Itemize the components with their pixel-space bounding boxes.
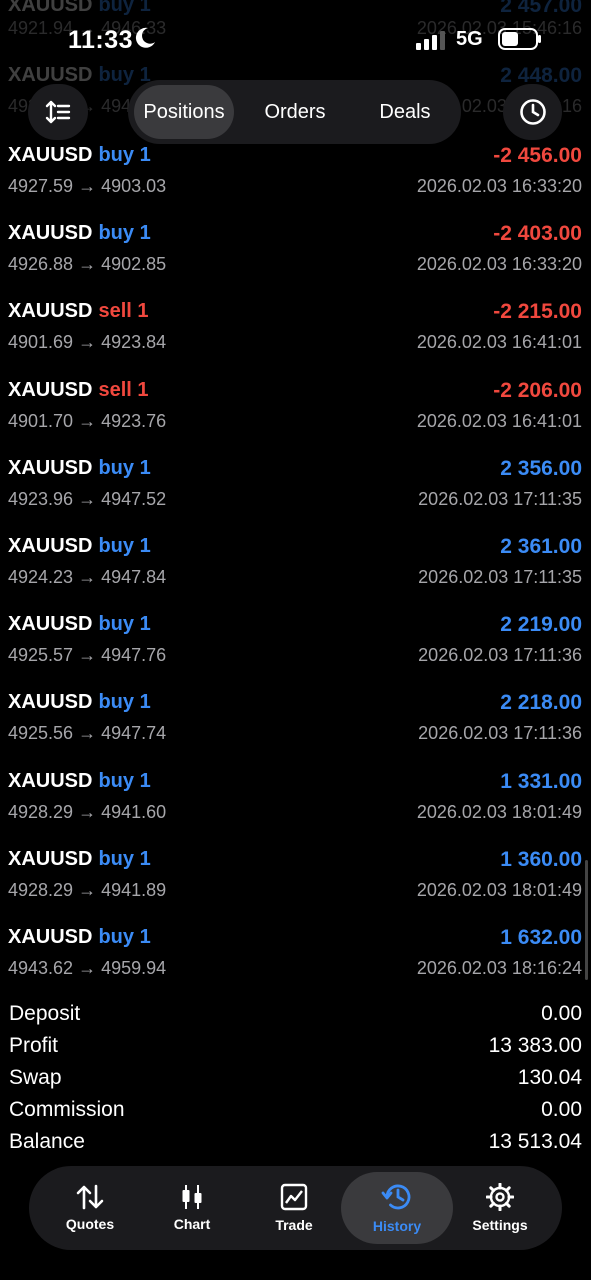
tab-positions[interactable]: Positions xyxy=(134,85,234,139)
profit-value: 2 219.00 xyxy=(500,613,582,637)
summary-row-balance: Balance 13 513.04 xyxy=(9,1130,582,1153)
close-time: 2026.02.03 16:33:20 xyxy=(416,254,582,275)
close-time: 2026.02.03 18:16:24 xyxy=(416,958,582,978)
close-time: 2026.02.03 16:41:01 xyxy=(416,410,582,431)
profit-value: 1 331.00 xyxy=(500,769,582,793)
close-time: 2026.02.03 18:01:49 xyxy=(416,879,582,900)
summary-row-profit: Profit 13 383.00 xyxy=(9,1034,582,1057)
symbol-label: XAUUSD buy 1 xyxy=(8,613,151,636)
list-item[interactable]: XAUUSD sell 1 -2 215.00 4901.69 → 4923.84 20… xyxy=(0,300,591,380)
tab-settings[interactable]: Settings xyxy=(445,1172,555,1244)
battery-icon xyxy=(498,28,541,50)
direction-label: buy 1 xyxy=(98,456,151,479)
symbol-label: XAUUSD buy 1 xyxy=(8,535,151,557)
symbol-label: XAUUSD buy 1 xyxy=(8,144,151,166)
list-item[interactable]: XAUUSD buy 1 1 632.00 4943.62 → 4959.94 2026… xyxy=(0,926,591,1006)
tab-chart[interactable]: Chart xyxy=(137,1172,247,1244)
direction-label: sell 1 xyxy=(98,300,149,323)
profit-value: -2 215.00 xyxy=(493,300,582,324)
price-range: 4928.29 → 4941.60 xyxy=(8,801,167,822)
close-time: 2026.02.03 17:11:35 xyxy=(418,488,582,509)
price-range: 4901.70 → 4923.76 xyxy=(8,410,167,431)
symbol-label: XAUUSD buy 1 xyxy=(8,769,151,792)
clock-icon xyxy=(519,99,546,125)
quotes-icon xyxy=(76,1184,104,1210)
direction-label: buy 1 xyxy=(98,847,151,870)
profit-value: 2 361.00 xyxy=(500,535,582,558)
account-summary: Deposit 0.00 Profit 13 383.00 Swap 130.0… xyxy=(0,1000,591,1160)
price-range: 4927.59 → 4903.03 xyxy=(8,176,167,196)
settings-icon xyxy=(486,1183,514,1211)
price-range: 4925.56 → 4947.74 xyxy=(8,723,167,744)
network-type: 5G xyxy=(456,28,483,50)
scrollbar[interactable] xyxy=(585,860,588,980)
tab-history[interactable]: History xyxy=(341,1172,453,1244)
symbol-label: XAUUSD buy 1 xyxy=(8,926,151,948)
price-range: 4926.88 → 4902.85 xyxy=(8,254,167,275)
tab-trade[interactable]: Trade xyxy=(239,1172,349,1244)
symbol-label: XAUUSD buy 1 xyxy=(8,691,151,714)
list-item[interactable]: XAUUSD buy 1 2 219.00 4925.57 → 4947.76 2026… xyxy=(0,613,591,693)
view-segmented-control: Positions Orders Deals xyxy=(128,80,461,144)
summary-row-commission: Commission 0.00 xyxy=(9,1098,582,1121)
symbol-label: XAUUSD sell 1 xyxy=(8,300,149,323)
profit-value: -2 403.00 xyxy=(493,222,582,246)
bottom-tab-bar: Quotes Chart Trade History Settings xyxy=(29,1166,562,1250)
status-bar: 11:33 5G xyxy=(0,0,591,80)
list-item[interactable]: XAUUSD sell 1 -2 206.00 4901.70 → 4923.76 20… xyxy=(0,378,591,459)
list-item[interactable]: XAUUSD buy 1 2 356.00 4923.96 → 4947.52 2026… xyxy=(0,456,591,537)
history-icon xyxy=(381,1184,411,1210)
list-item[interactable]: XAUUSD buy 1 -2 456.00 4927.59 → 4903.03 202… xyxy=(0,144,591,224)
tab-quotes[interactable]: Quotes xyxy=(35,1172,145,1244)
period-button[interactable] xyxy=(503,84,562,140)
profit-value: 1 632.00 xyxy=(500,926,582,949)
direction-label: buy 1 xyxy=(98,144,151,166)
list-item[interactable]: XAUUSD buy 1 1 331.00 4928.29 → 4941.60 2026… xyxy=(0,769,591,850)
symbol-label: XAUUSD sell 1 xyxy=(8,378,149,401)
list-item[interactable]: XAUUSD buy 1 -2 403.00 4926.88 → 4902.85 202… xyxy=(0,222,591,302)
trade-icon xyxy=(280,1183,308,1211)
direction-label: buy 1 xyxy=(98,769,151,792)
close-time: 2026.02.03 18:01:49 xyxy=(416,801,582,822)
direction-label: buy 1 xyxy=(98,535,151,557)
price-range: 4923.96 → 4947.52 xyxy=(8,488,167,509)
close-time: 2026.02.03 17:11:35 xyxy=(418,567,582,587)
direction-label: buy 1 xyxy=(98,222,151,245)
profit-value: 1 360.00 xyxy=(500,847,582,871)
list-item[interactable]: XAUUSD buy 1 1 360.00 4928.29 → 4941.89 2026… xyxy=(0,847,591,928)
symbol-label: XAUUSD buy 1 xyxy=(8,847,151,870)
clock: 11:33 xyxy=(68,26,134,54)
summary-row-deposit: Deposit 0.00 xyxy=(9,1002,582,1025)
symbol-label: XAUUSD buy 1 xyxy=(8,456,151,479)
summary-row-swap: Swap 130.04 xyxy=(9,1066,582,1089)
close-time: 2026.02.03 17:11:36 xyxy=(418,723,582,744)
profit-value: -2 206.00 xyxy=(493,378,582,402)
moon-icon xyxy=(135,27,155,48)
direction-label: buy 1 xyxy=(98,613,151,636)
chart-icon xyxy=(182,1185,202,1209)
sort-button[interactable] xyxy=(28,84,88,140)
close-time: 2026.02.03 16:41:01 xyxy=(416,332,582,353)
list-item[interactable]: XAUUSD buy 1 2 218.00 4925.56 → 4947.74 2026… xyxy=(0,691,591,771)
direction-label: buy 1 xyxy=(98,926,151,948)
close-time: 2026.02.03 17:11:36 xyxy=(418,645,582,666)
profit-value: 2 218.00 xyxy=(500,691,582,715)
signal-icon xyxy=(416,31,445,50)
price-range: 4928.29 → 4941.89 xyxy=(8,879,167,900)
sort-icon xyxy=(45,100,71,124)
tab-deals[interactable]: Deals xyxy=(356,85,454,139)
direction-label: sell 1 xyxy=(98,378,149,401)
price-range: 4943.62 → 4959.94 xyxy=(8,958,167,978)
profit-value: 2 356.00 xyxy=(500,456,582,480)
price-range: 4924.23 → 4947.84 xyxy=(8,567,167,587)
profit-value: -2 456.00 xyxy=(493,144,582,167)
close-time: 2026.02.03 16:33:20 xyxy=(416,176,582,196)
price-range: 4901.69 → 4923.84 xyxy=(8,332,167,353)
symbol-label: XAUUSD buy 1 xyxy=(8,222,151,245)
list-item[interactable]: XAUUSD buy 1 2 361.00 4924.23 → 4947.84 2026… xyxy=(0,535,591,615)
price-range: 4925.57 → 4947.76 xyxy=(8,645,167,666)
tab-orders[interactable]: Orders xyxy=(246,85,344,139)
direction-label: buy 1 xyxy=(98,691,151,714)
